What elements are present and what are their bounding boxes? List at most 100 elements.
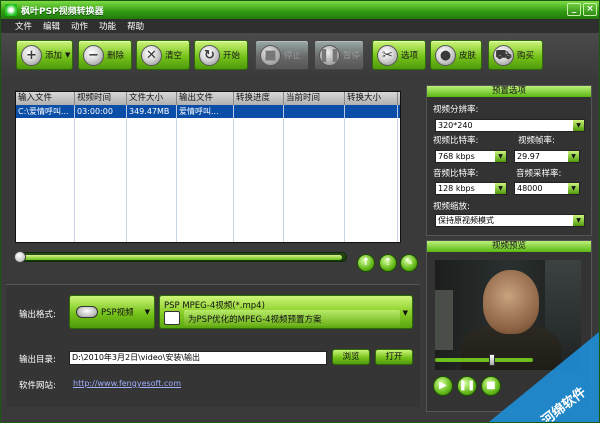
grid-line [283, 105, 284, 242]
resolution-select[interactable]: 320*240 ▼ [435, 119, 585, 132]
grid-line [74, 105, 75, 242]
column-header[interactable]: 输入文件 [16, 92, 75, 105]
window-title: 枫叶PSP视频转换器 [21, 6, 104, 17]
progress-bar [14, 251, 347, 263]
format-profile-desc-box: 为PSP优化的MPEG-4视频预置方案 [184, 310, 400, 326]
file-list[interactable]: 输入文件 视频时间 文件大小 输出文件 转换进度 当前时间 转换大小 C:\爱情呼叫... 0… [15, 91, 401, 243]
grid-line [397, 105, 398, 242]
toolbar-label: 清空 [165, 51, 183, 61]
menu-edit[interactable]: 编辑 [43, 20, 60, 32]
grid-line [233, 105, 234, 242]
stop-button[interactable]: ■ 停止 [255, 40, 309, 70]
clip-button[interactable]: ✎ [400, 254, 418, 272]
stop-icon: ■ [260, 44, 281, 66]
table-cell: C:\爱情呼叫... [16, 105, 75, 118]
title-bar[interactable]: 枫叶PSP视频转换器 _ × [1, 1, 599, 19]
toolbar-label: 删除 [107, 51, 125, 61]
add-button[interactable]: + 添加 ▼ [16, 40, 73, 70]
apple-icon: ● [435, 44, 456, 66]
table-cell [234, 105, 284, 118]
psp-device-icon [76, 306, 98, 318]
audio-bitrate-select[interactable]: 128 kbps ▼ [435, 182, 507, 195]
table-cell [284, 105, 345, 118]
app-window: 枫叶PSP视频转换器 _ × 文件 编辑 动作 功能 帮助 + 添加 ▼ − 删除 ✕ 清空… [0, 0, 600, 423]
file-list-header: 输入文件 视频时间 文件大小 输出文件 转换进度 当前时间 转换大小 [16, 92, 400, 105]
format-profile-desc: 为PSP优化的MPEG-4视频预置方案 [188, 315, 322, 325]
column-header[interactable]: 当前时间 [284, 92, 345, 105]
refresh-icon: ↻ [199, 44, 220, 66]
video-bitrate-label: 视频比特率: [433, 136, 479, 146]
website-link[interactable]: http://www.fengyesoft.com [73, 379, 181, 388]
video-bitrate-value: 768 kbps [438, 152, 475, 161]
output-dir-input[interactable]: D:\2010年3月2日\video\安装\输出 [69, 351, 327, 365]
output-format-label: 输出格式: [19, 310, 56, 320]
open-button[interactable]: 打开 [375, 349, 413, 365]
grid-line [344, 105, 345, 242]
clear-button[interactable]: ✕ 清空 [136, 40, 190, 70]
audio-samplerate-label: 音频采样率: [516, 169, 562, 179]
format-category-label: PSP视频 [101, 308, 134, 318]
menu-file[interactable]: 文件 [15, 20, 32, 32]
watermark: 河绵软件 [489, 332, 599, 422]
app-icon [5, 4, 17, 16]
close-button[interactable]: × [583, 3, 597, 16]
table-cell: 349.47MB [127, 105, 177, 118]
table-cell: 爱情呼叫... [177, 105, 234, 118]
start-button[interactable]: ↻ 开始 [194, 40, 248, 70]
audio-bitrate-value: 128 kbps [438, 184, 475, 193]
pause-button[interactable]: ❚❚ 暂停 [314, 40, 364, 70]
video-bitrate-select[interactable]: 768 kbps ▼ [435, 150, 507, 163]
toolbar-label: 皮肤 [459, 51, 477, 61]
options-button[interactable]: ✂ 选项 [372, 40, 426, 70]
preview-header: 视频预览 [427, 241, 591, 252]
column-header[interactable]: 转换大小 [345, 92, 398, 105]
menu-action[interactable]: 动作 [71, 20, 88, 32]
pause-icon: ❚❚ [319, 44, 340, 66]
zoom-value: 保持原视频模式 [438, 216, 494, 225]
file-list-body[interactable]: C:\爱情呼叫... 03:00:00 349.47MB 爱情呼叫... [16, 105, 400, 242]
move-down-button[interactable]: ⇡ [379, 254, 397, 272]
plus-icon: + [21, 44, 42, 66]
minus-icon: − [83, 44, 104, 66]
toolbar-label: 购买 [517, 51, 535, 61]
chevron-down-icon: ▼ [568, 151, 579, 162]
menu-function[interactable]: 功能 [99, 20, 116, 32]
chevron-down-icon[interactable]: ▼ [65, 51, 70, 59]
toolbar: + 添加 ▼ − 删除 ✕ 清空 ↻ 开始 ■ 停止 ❚❚ 暂停 ✂ 选项 ● 皮肤 ⛟ 购买 [1, 33, 599, 77]
move-up-button[interactable]: ↑ [357, 254, 375, 272]
table-cell: 03:00:00 [75, 105, 127, 118]
table-row[interactable]: C:\爱情呼叫... 03:00:00 349.47MB 爱情呼叫... [16, 105, 400, 118]
delete-button[interactable]: − 删除 [78, 40, 132, 70]
menu-help[interactable]: 帮助 [127, 20, 144, 32]
resolution-value: 320*240 [438, 121, 473, 130]
audio-samplerate-select[interactable]: 48000 ▼ [514, 182, 580, 195]
preset-header: 预置选项 [427, 86, 591, 97]
column-header[interactable]: 转换进度 [234, 92, 284, 105]
buy-button[interactable]: ⛟ 购买 [488, 40, 543, 70]
fps-label: 视频帧率: [518, 136, 555, 146]
audio-bitrate-label: 音频比特率: [433, 169, 479, 179]
clear-icon: ✕ [141, 44, 162, 66]
website-label: 软件网站: [19, 381, 56, 391]
column-header[interactable]: 输出文件 [177, 92, 234, 105]
cart-icon: ⛟ [493, 44, 514, 66]
fps-select[interactable]: 29.97 ▼ [514, 150, 580, 163]
column-header[interactable]: 视频时间 [75, 92, 127, 105]
minimize-button[interactable]: _ [567, 3, 581, 16]
format-category-dropdown[interactable]: PSP视频 ▼ [69, 295, 155, 329]
toolbar-label: 暂停 [343, 51, 361, 61]
chevron-down-icon: ▼ [402, 309, 408, 317]
resolution-label: 视频分辨率: [433, 105, 479, 115]
fps-value: 29.97 [517, 152, 540, 161]
zoom-select[interactable]: 保持原视频模式 ▼ [435, 214, 585, 227]
grid-line [176, 105, 177, 242]
chevron-down-icon: ▼ [144, 308, 150, 316]
format-profile-dropdown[interactable]: PSP MPEG-4视频(*.mp4) 为PSP优化的MPEG-4视频预置方案 … [159, 295, 413, 329]
film-icon [164, 311, 180, 325]
browse-button[interactable]: 浏览 [332, 349, 370, 365]
column-header[interactable]: 文件大小 [127, 92, 177, 105]
skin-button[interactable]: ● 皮肤 [430, 40, 482, 70]
toolbar-label: 选项 [401, 51, 419, 61]
table-cell [345, 105, 398, 118]
zoom-label: 视频缩放: [433, 202, 470, 212]
